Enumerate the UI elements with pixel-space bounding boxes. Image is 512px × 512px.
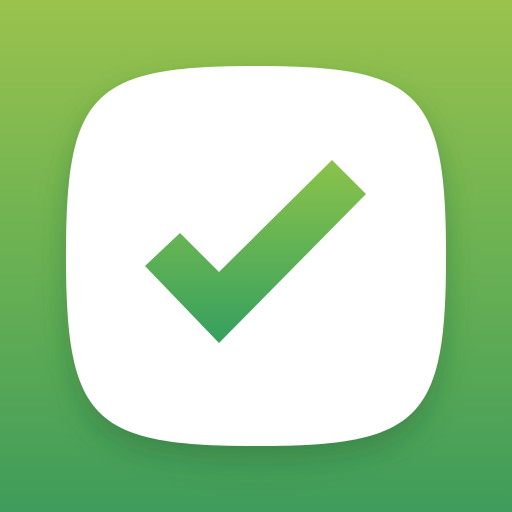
app-icon-svg <box>66 66 446 446</box>
app-icon-background <box>0 0 512 512</box>
